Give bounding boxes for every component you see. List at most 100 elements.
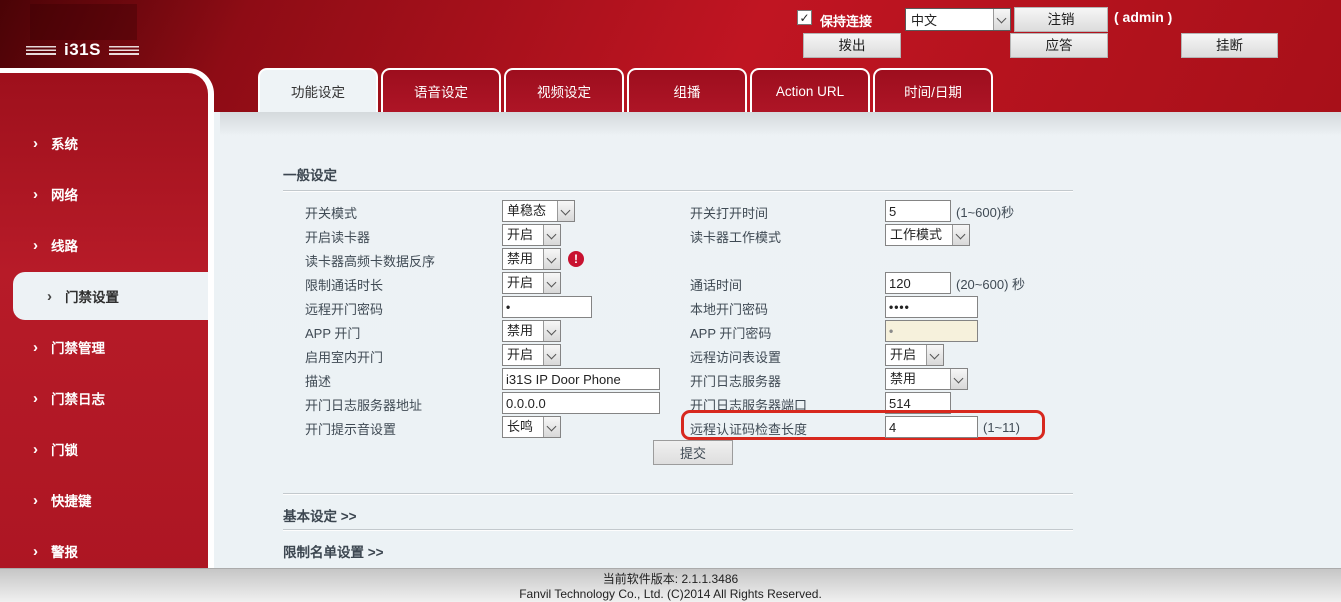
form-row: 开关模式单稳态开关打开时间5(1~600)秒: [220, 199, 1341, 223]
logo: i31S: [26, 40, 139, 60]
field-input[interactable]: 514: [885, 392, 951, 414]
settings-form: 开关模式单稳态开关打开时间5(1~600)秒开启读卡器开启读卡器工作模式工作模式…: [220, 199, 1341, 439]
select-value: 禁用: [503, 249, 543, 269]
tab-3[interactable]: 视频设定: [504, 68, 624, 112]
field-select[interactable]: 工作模式: [885, 224, 970, 246]
sidebar-item-label: 门锁: [51, 439, 78, 459]
select-value: 禁用: [503, 321, 543, 341]
select-value: 开启: [503, 225, 543, 245]
submit-button[interactable]: 提交: [653, 440, 733, 465]
field-select[interactable]: 单稳态: [502, 200, 575, 222]
field-select[interactable]: 禁用: [885, 368, 968, 390]
field-range-hint: (1~600)秒: [956, 202, 1014, 221]
field-select[interactable]: 禁用: [502, 320, 561, 342]
sidebar-item-label: 系统: [51, 133, 78, 153]
field-label: 启用室内开门: [305, 347, 383, 366]
tab-1[interactable]: 功能设定: [258, 68, 378, 112]
sidebar-item-label: 门禁日志: [51, 388, 105, 408]
form-row: APP 开门禁用APP 开门密码•: [220, 319, 1341, 343]
field-label: 远程认证码检查长度: [690, 419, 807, 438]
chevron-right-icon: ›: [33, 492, 38, 509]
field-input[interactable]: 0.0.0.0: [502, 392, 660, 414]
chevron-right-icon: ›: [33, 135, 38, 152]
field-label: 开门提示音设置: [305, 419, 396, 438]
sidebar-item-9[interactable]: › 警报: [0, 540, 208, 562]
chevron-down-icon: [543, 345, 560, 365]
field-select[interactable]: 开启: [502, 272, 561, 294]
chevron-down-icon: [543, 249, 560, 269]
section-title: 一般设定: [283, 164, 337, 184]
tab-4[interactable]: 组播: [627, 68, 747, 112]
tab-5[interactable]: Action URL: [750, 68, 870, 112]
chevron-down-icon: [543, 321, 560, 341]
field-input: •: [885, 320, 978, 342]
logo-image: [30, 4, 137, 40]
divider: [283, 190, 1073, 192]
logout-button[interactable]: 注销: [1014, 7, 1108, 32]
field-label: 描述: [305, 371, 331, 390]
field-select[interactable]: 开启: [502, 224, 561, 246]
chevron-right-icon: ›: [47, 288, 52, 305]
dial-button[interactable]: 拨出: [803, 33, 901, 58]
copyright: Fanvil Technology Co., Ltd. (C)2014 All …: [0, 587, 1341, 602]
sidebar-item-label: 快捷键: [51, 490, 92, 510]
chevron-right-icon: ›: [33, 186, 38, 203]
field-select[interactable]: 长鸣: [502, 416, 561, 438]
chevron-down-icon: [557, 201, 574, 221]
field-label: 本地开门密码: [690, 299, 768, 318]
chevron-down-icon: [926, 345, 943, 365]
form-row: 描述 i31S IP Door Phone 开门日志服务器 禁用: [220, 367, 1341, 391]
sidebar-item-6[interactable]: ›门禁日志: [0, 387, 208, 409]
select-value: 禁用: [886, 369, 950, 389]
sidebar-item-label: 警报: [51, 541, 78, 561]
form-row: 开启读卡器开启读卡器工作模式工作模式: [220, 223, 1341, 247]
field-label: 远程访问表设置: [690, 347, 781, 366]
field-label: 开门日志服务器端口: [690, 395, 807, 414]
hangup-button[interactable]: 挂断: [1181, 33, 1278, 58]
field-label: 读卡器高频卡数据反序: [305, 251, 435, 270]
field-label: 开关模式: [305, 203, 357, 222]
field-select[interactable]: 开启: [502, 344, 561, 366]
answer-button[interactable]: 应答: [1010, 33, 1108, 58]
field-input[interactable]: 4: [885, 416, 978, 438]
section-link-restrict-list[interactable]: 限制名单设置 >>: [283, 541, 384, 561]
sidebar-item-label: 网络: [51, 184, 78, 204]
field-range-hint: (20~600) 秒: [956, 274, 1025, 293]
field-label: 开门日志服务器: [690, 371, 781, 390]
sidebar-item-8[interactable]: › 快捷键: [0, 489, 208, 511]
keep-alive-checkbox[interactable]: ✓: [797, 10, 812, 25]
divider: [283, 529, 1073, 531]
field-input[interactable]: i31S IP Door Phone: [502, 368, 660, 390]
sidebar-item-3[interactable]: ›线路: [0, 234, 208, 256]
logo-model-text: i31S: [64, 40, 101, 60]
chevron-down-icon: [543, 225, 560, 245]
field-label: 限制通话时长: [305, 275, 383, 294]
sidebar: ›系统›网络›线路›门禁设置›门禁管理›门禁日志›门锁›快捷键›警报: [0, 68, 214, 568]
field-input[interactable]: •: [502, 296, 592, 318]
section-link-basic-settings[interactable]: 基本设定 >>: [283, 505, 357, 525]
sidebar-item-5[interactable]: ›门禁管理: [0, 336, 208, 358]
sidebar-item-2[interactable]: › 网络: [0, 183, 208, 205]
field-label: APP 开门密码: [690, 323, 771, 342]
field-input[interactable]: 120: [885, 272, 951, 294]
field-label: 远程开门密码: [305, 299, 383, 318]
select-value: 开启: [503, 345, 543, 365]
tab-6[interactable]: 时间/日期: [873, 68, 993, 112]
checkmark-icon: ✓: [799, 11, 809, 25]
field-select[interactable]: 开启: [885, 344, 944, 366]
field-select[interactable]: 禁用: [502, 248, 561, 270]
logo-lines-right: [109, 46, 139, 55]
sidebar-item-4[interactable]: ›门禁设置: [13, 272, 208, 320]
tab-2[interactable]: 语音设定: [381, 68, 501, 112]
language-select-value: 中文: [906, 10, 993, 29]
sidebar-item-7[interactable]: ›门锁: [0, 438, 208, 460]
field-input[interactable]: 5: [885, 200, 951, 222]
select-value: 工作模式: [886, 225, 952, 245]
field-input[interactable]: ••••: [885, 296, 978, 318]
sidebar-item-1[interactable]: › 系统: [0, 132, 208, 154]
chevron-down-icon: [993, 9, 1010, 30]
chevron-right-icon: ›: [33, 543, 38, 560]
field-label: 读卡器工作模式: [690, 227, 781, 246]
form-row: 开门提示音设置长鸣远程认证码检查长度4(1~11): [220, 415, 1341, 439]
language-select[interactable]: 中文: [905, 8, 1011, 31]
